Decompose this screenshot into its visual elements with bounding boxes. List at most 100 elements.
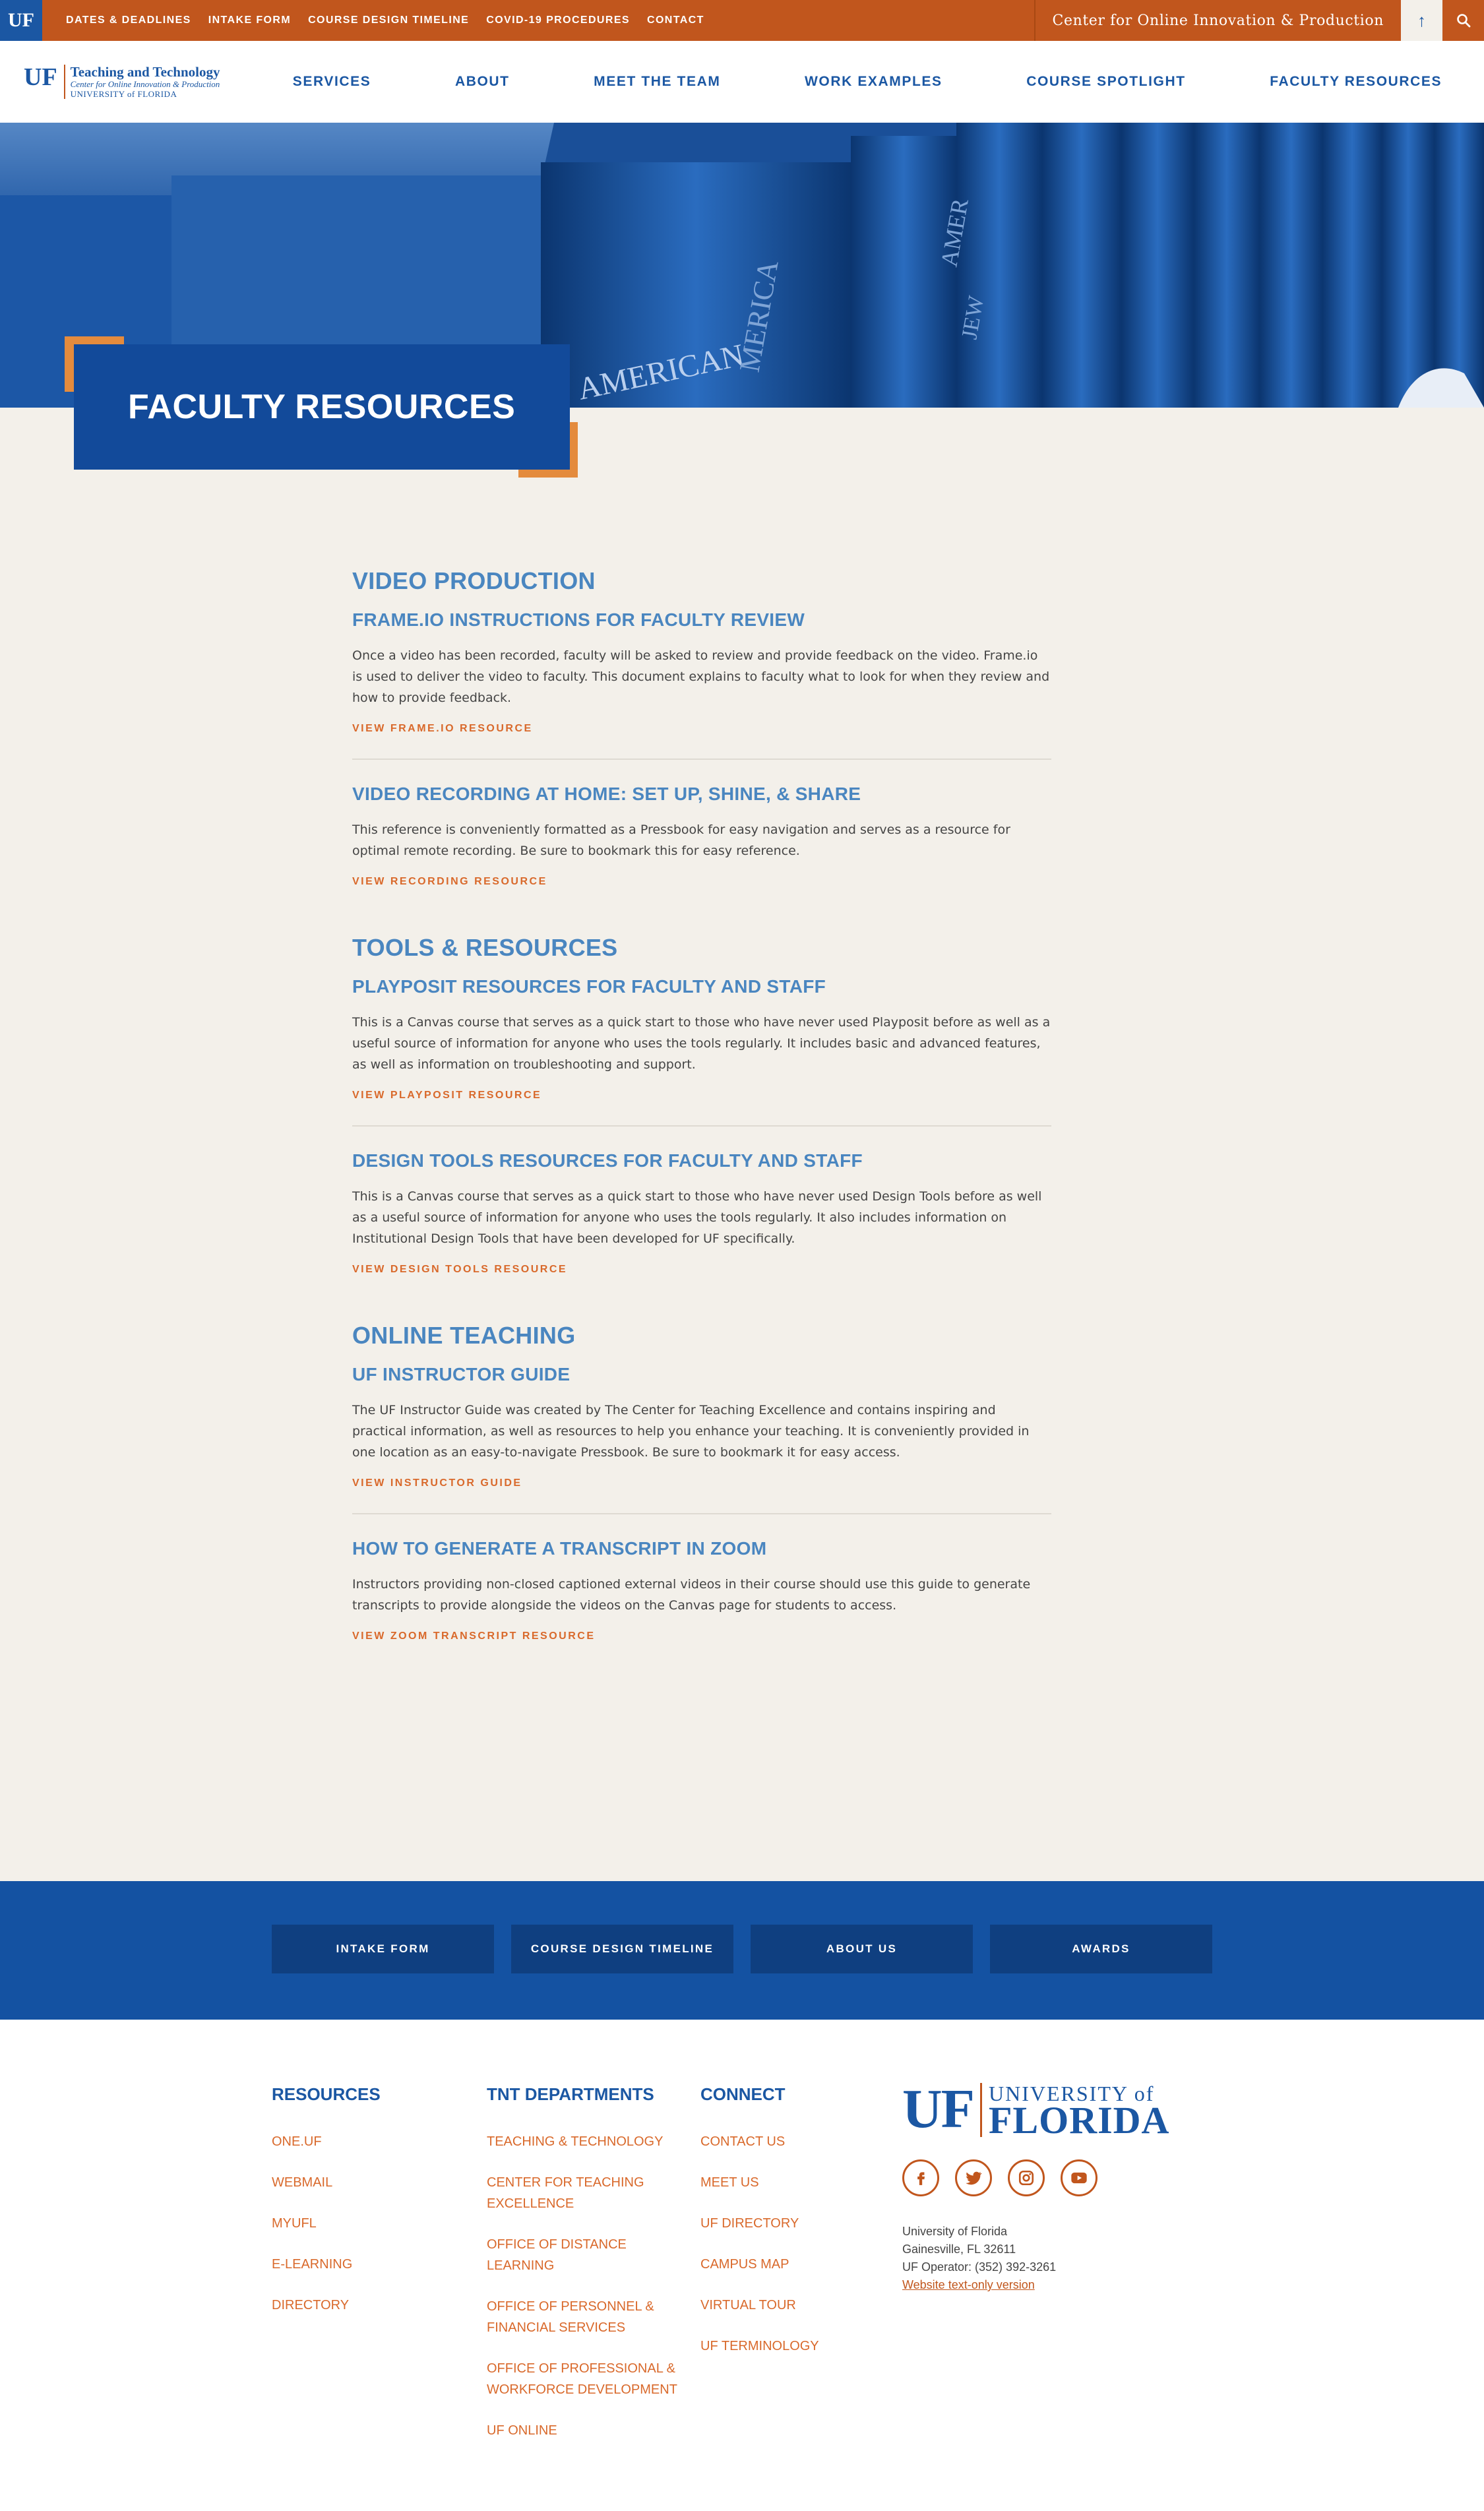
uf-logo-text: UNIVERSITY of FLORIDA <box>979 2083 1170 2142</box>
resources-content: VIDEO PRODUCTION FRAME.IO INSTRUCTIONS F… <box>352 567 1051 1689</box>
text-only-link[interactable]: Website text-only version <box>902 2278 1035 2291</box>
footer-link[interactable]: CAMPUS MAP <box>700 2254 892 2275</box>
footer-link[interactable]: OFFICE OF PERSONNEL & FINANCIAL SERVICES <box>487 2296 685 2338</box>
footer: RESOURCES ONE.UF WEBMAIL MYUFL E-LEARNIN… <box>0 2020 1484 2511</box>
footer-link[interactable]: TEACHING & TECHNOLOGY <box>487 2131 685 2152</box>
utility-link-timeline[interactable]: COURSE DESIGN TIMELINE <box>308 15 469 26</box>
section-title: ONLINE TEACHING <box>352 1322 576 1349</box>
footer-link[interactable]: ONE.UF <box>272 2131 463 2152</box>
footer-connect: CONNECT CONTACT US MEET US UF DIRECTORY … <box>700 2084 892 2376</box>
uf-logo[interactable]: UF UNIVERSITY of FLORIDA <box>902 2078 1232 2142</box>
nav-work-examples[interactable]: WORK EXAMPLES <box>805 74 943 90</box>
resource-link[interactable]: VIEW DESIGN TOOLS RESOURCE <box>352 1264 567 1275</box>
address-line: University of Florida <box>902 2225 1008 2238</box>
facebook-icon <box>917 2172 925 2185</box>
nav-faculty-resources[interactable]: FACULTY RESOURCES <box>1270 74 1442 90</box>
resource-description: Instructors providing non-closed caption… <box>352 1577 1031 1613</box>
social-links <box>902 2159 1232 2196</box>
footer-link[interactable]: CENTER FOR TEACHING EXCELLENCE <box>487 2172 685 2214</box>
footer-link[interactable]: UF ONLINE <box>487 2420 685 2441</box>
section-title: TOOLS & RESOURCES <box>352 934 618 961</box>
quick-links: INTAKE FORM COURSE DESIGN TIMELINE ABOUT… <box>272 1925 1212 1973</box>
main-navigation: UF Teaching and Technology Center for On… <box>0 41 1484 123</box>
resource-link[interactable]: VIEW ZOOM TRANSCRIPT RESOURCE <box>352 1630 596 1642</box>
resource-link[interactable]: VIEW FRAME.IO RESOURCE <box>352 723 533 734</box>
section-video-production: VIDEO PRODUCTION FRAME.IO INSTRUCTIONS F… <box>352 567 1051 888</box>
instagram-button[interactable] <box>1008 2159 1045 2196</box>
search-icon <box>1456 14 1470 28</box>
youtube-button[interactable] <box>1061 2159 1098 2196</box>
footer-link[interactable]: MYUFL <box>272 2213 463 2234</box>
utility-link-dates[interactable]: DATES & DEADLINES <box>66 15 191 26</box>
uf-logo-florida: FLORIDA <box>988 2099 1170 2142</box>
footer-link[interactable]: WEBMAIL <box>272 2172 463 2193</box>
search-button[interactable] <box>1442 0 1484 41</box>
about-us-button[interactable]: ABOUT US <box>751 1925 973 1973</box>
footer-link[interactable]: UF DIRECTORY <box>700 2213 892 2234</box>
site-logo[interactable]: UF Teaching and Technology Center for On… <box>24 65 220 99</box>
footer-address: University of Florida Gainesville, FL 32… <box>902 2223 1232 2294</box>
operator-line: UF Operator: (352) 392-3261 <box>902 2260 1057 2274</box>
resource-link[interactable]: VIEW INSTRUCTOR GUIDE <box>352 1477 522 1489</box>
logo-uf-mark: UF <box>24 63 57 91</box>
logo-line-1: Teaching and Technology <box>70 64 220 80</box>
footer-link[interactable]: VIRTUAL TOUR <box>700 2295 892 2316</box>
section-online-teaching: ONLINE TEACHING UF INSTRUCTOR GUIDE The … <box>352 1322 1051 1642</box>
resource-description: The UF Instructor Guide was created by T… <box>352 1403 1030 1460</box>
utility-link-covid[interactable]: COVID-19 PROCEDURES <box>486 15 630 26</box>
awards-button[interactable]: AWARDS <box>990 1925 1212 1973</box>
footer-brand: UF UNIVERSITY of FLORIDA University of F… <box>902 2078 1232 2294</box>
facebook-button[interactable] <box>902 2159 939 2196</box>
footer-link[interactable]: UF TERMINOLOGY <box>700 2336 892 2357</box>
utility-link-intake[interactable]: INTAKE FORM <box>208 15 291 26</box>
nav-links: SERVICES ABOUT MEET THE TEAM WORK EXAMPL… <box>251 41 1484 123</box>
nav-services[interactable]: SERVICES <box>293 74 371 90</box>
utility-link-contact[interactable]: CONTACT <box>647 15 704 26</box>
uf-logo-mark: UF <box>902 2078 975 2140</box>
course-design-timeline-button[interactable]: COURSE DESIGN TIMELINE <box>511 1925 733 1973</box>
footer-link[interactable]: MEET US <box>700 2172 892 2193</box>
intake-form-button[interactable]: INTAKE FORM <box>272 1925 494 1973</box>
footer-link[interactable]: CONTACT US <box>700 2131 892 2152</box>
nav-meet-the-team[interactable]: MEET THE TEAM <box>594 74 720 90</box>
footer-link[interactable]: OFFICE OF DISTANCE LEARNING <box>487 2234 685 2276</box>
hero-title-box: FACULTY RESOURCES <box>74 344 570 470</box>
arrow-up-icon[interactable]: ↑ <box>1401 0 1442 41</box>
resource-description: This is a Canvas course that serves as a… <box>352 1015 1051 1072</box>
section-title: VIDEO PRODUCTION <box>352 567 596 594</box>
footer-departments: TNT DEPARTMENTS TEACHING & TECHNOLOGY CE… <box>487 2084 685 2461</box>
resource-description: Once a video has been recorded, faculty … <box>352 648 1050 705</box>
nav-about[interactable]: ABOUT <box>455 74 510 90</box>
resource-link[interactable]: VIEW RECORDING RESOURCE <box>352 876 547 887</box>
footer-link[interactable]: DIRECTORY <box>272 2295 463 2316</box>
footer-heading: RESOURCES <box>272 2084 381 2104</box>
resource-description: This is a Canvas course that serves as a… <box>352 1189 1042 1246</box>
resource-heading: UF INSTRUCTOR GUIDE <box>352 1364 571 1384</box>
resource-description: This reference is conveniently formatted… <box>352 822 1010 858</box>
youtube-icon <box>1071 2172 1087 2184</box>
footer-link[interactable]: E-LEARNING <box>272 2254 463 2275</box>
footer-heading: CONNECT <box>700 2084 786 2104</box>
resource-item: PLAYPOSIT RESOURCES FOR FACULTY AND STAF… <box>352 976 1051 1127</box>
twitter-icon <box>966 2171 982 2185</box>
resource-heading: HOW TO GENERATE A TRANSCRIPT IN ZOOM <box>352 1538 767 1559</box>
twitter-button[interactable] <box>955 2159 992 2196</box>
nav-course-spotlight[interactable]: COURSE SPOTLIGHT <box>1026 74 1185 90</box>
page-title: FACULTY RESOURCES <box>128 388 516 426</box>
resource-heading: DESIGN TOOLS RESOURCES FOR FACULTY AND S… <box>352 1150 863 1171</box>
footer-resources: RESOURCES ONE.UF WEBMAIL MYUFL E-LEARNIN… <box>272 2084 463 2336</box>
logo-line-2: Center for Online Innovation & Productio… <box>70 79 220 89</box>
resource-heading: VIDEO RECORDING AT HOME: SET UP, SHINE, … <box>352 784 861 804</box>
resource-link[interactable]: VIEW PLAYPOSIT RESOURCE <box>352 1090 541 1101</box>
center-name-link[interactable]: Center for Online Innovation & Productio… <box>1034 0 1401 41</box>
resource-item: FRAME.IO INSTRUCTIONS FOR FACULTY REVIEW… <box>352 609 1051 760</box>
footer-link[interactable]: OFFICE OF PROFESSIONAL & WORKFORCE DEVEL… <box>487 2358 685 2400</box>
resource-item: HOW TO GENERATE A TRANSCRIPT IN ZOOM Ins… <box>352 1538 1051 1642</box>
address-line: Gainesville, FL 32611 <box>902 2243 1016 2256</box>
resource-heading: PLAYPOSIT RESOURCES FOR FACULTY AND STAF… <box>352 976 826 997</box>
logo-text: Teaching and Technology Center for Onlin… <box>63 64 220 99</box>
uf-badge[interactable]: UF <box>0 0 42 41</box>
resource-heading: FRAME.IO INSTRUCTIONS FOR FACULTY REVIEW <box>352 609 805 630</box>
resource-item: UF INSTRUCTOR GUIDE The UF Instructor Gu… <box>352 1364 1051 1514</box>
utility-links: DATES & DEADLINES INTAKE FORM COURSE DES… <box>66 0 704 41</box>
